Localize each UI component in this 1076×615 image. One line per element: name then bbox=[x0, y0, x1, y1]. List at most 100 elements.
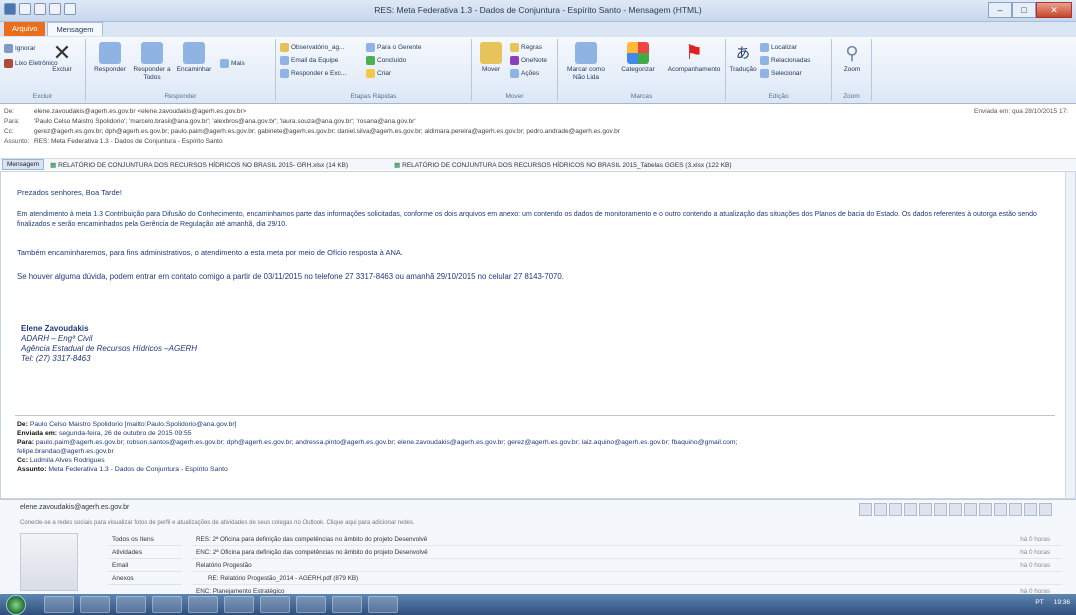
contact-thumbnail[interactable] bbox=[934, 503, 947, 516]
list-item[interactable]: RES: 2ª Oficina para definição das compe… bbox=[192, 533, 1062, 546]
list-item[interactable]: RE: Relatório Progestão_2014 - AGERH.pdf… bbox=[192, 572, 1062, 585]
tab-message[interactable]: Mensagem bbox=[47, 22, 103, 36]
body-paragraph-1: Em atendimento à meta 1.3 Contribuição p… bbox=[17, 211, 1037, 228]
social-connect-note[interactable]: Conecte-se a redes sociais para visualiz… bbox=[20, 520, 415, 526]
contact-thumbnail[interactable] bbox=[1009, 503, 1022, 516]
people-nav: Todos os Itens Atividades Email Anexos bbox=[108, 533, 182, 585]
body-paragraph-3: Se houver alguma dúvida, podem entrar em… bbox=[17, 272, 564, 281]
contact-thumbnail[interactable] bbox=[994, 503, 1007, 516]
translate-button[interactable]: あ Tradução bbox=[728, 42, 758, 74]
delete-icon: ✕ bbox=[52, 40, 72, 65]
maximize-button[interactable]: □ bbox=[1012, 2, 1036, 18]
team-email-icon bbox=[280, 56, 289, 65]
paint-icon[interactable] bbox=[368, 596, 398, 613]
zoom-group: ⚲ Zoom Zoom bbox=[832, 39, 872, 101]
find-icon bbox=[760, 43, 769, 52]
categorize-icon bbox=[627, 42, 649, 64]
related-button[interactable]: Relacionadas bbox=[760, 56, 810, 65]
outlook-icon[interactable] bbox=[188, 596, 218, 613]
contact-thumbnail[interactable] bbox=[889, 503, 902, 516]
to-row: Para: 'Paulo Celso Maistro Spolidorio'; '… bbox=[4, 118, 416, 125]
ie-icon[interactable] bbox=[44, 596, 74, 613]
explorer-icon[interactable] bbox=[80, 596, 110, 613]
ignore-button[interactable]: Ignorar bbox=[4, 44, 36, 53]
close-button[interactable]: ✕ bbox=[1036, 2, 1072, 18]
more-respond-button[interactable]: Mais bbox=[220, 59, 245, 68]
list-item[interactable]: Relatório Progestão há 0 horas bbox=[192, 559, 1062, 572]
minimize-button[interactable]: – bbox=[988, 2, 1012, 18]
divider bbox=[15, 415, 1055, 416]
word-icon[interactable] bbox=[296, 596, 326, 613]
onenote-button[interactable]: OneNote bbox=[510, 56, 547, 65]
quick-step-5[interactable]: Responder e Exc... bbox=[280, 69, 346, 78]
zoom-button[interactable]: ⚲ Zoom bbox=[836, 42, 868, 74]
rules-button[interactable]: Regras bbox=[510, 43, 542, 52]
start-button[interactable] bbox=[6, 595, 26, 615]
find-button[interactable]: Localizar bbox=[760, 43, 797, 52]
message-tab[interactable]: Mensagem bbox=[2, 159, 45, 170]
contact-thumbnail[interactable] bbox=[874, 503, 887, 516]
move-button[interactable]: Mover bbox=[476, 42, 506, 74]
contact-thumbnail[interactable] bbox=[904, 503, 917, 516]
pdf-icon[interactable] bbox=[332, 596, 362, 613]
contact-thumbnail[interactable] bbox=[964, 503, 977, 516]
fw-cc: Cc: Ludmila Alves Rodrigues bbox=[17, 457, 105, 464]
attachment-2[interactable]: ▦ RELATÓRIO DE CONJUNTURA DOS RECURSOS H… bbox=[394, 161, 731, 169]
fw-subject: Assunto: Meta Federativa 1.3 - Dados de … bbox=[17, 466, 228, 473]
contact-thumbnail[interactable] bbox=[919, 503, 932, 516]
attachment-bar: Mensagem ▦ RELATÓRIO DE CONJUNTURA DOS R… bbox=[0, 158, 1076, 170]
attachment-1[interactable]: ▦ RELATÓRIO DE CONJUNTURA DOS RECURSOS H… bbox=[50, 161, 348, 169]
chrome-icon[interactable] bbox=[152, 596, 182, 613]
contact-thumbnail[interactable] bbox=[979, 503, 992, 516]
nav-attachments[interactable]: Anexos bbox=[108, 572, 182, 585]
quick-step-3[interactable]: Email da Equipe bbox=[280, 56, 338, 65]
contact-thumbnails bbox=[859, 503, 1052, 516]
tab-file[interactable]: Arquivo bbox=[4, 22, 46, 36]
respond-group: Responder Responder a Todos Encaminhar M… bbox=[86, 39, 276, 101]
onenote-icon bbox=[510, 56, 519, 65]
body-paragraph-2: Também encaminharemos, para fins adminis… bbox=[17, 248, 404, 257]
nav-email[interactable]: Email bbox=[108, 559, 182, 572]
select-button[interactable]: Selecionar bbox=[760, 69, 802, 78]
reply-button[interactable]: Responder bbox=[90, 42, 130, 74]
forward-button[interactable]: Encaminhar bbox=[174, 42, 214, 74]
quick-step-1[interactable]: Observatório_ag... bbox=[280, 43, 344, 52]
quick-step-2[interactable]: Para o Gerente bbox=[366, 43, 421, 52]
clock[interactable]: 19:36 bbox=[1054, 599, 1070, 606]
people-pane: elene.zavoudakis@agerh.es.gov.br Conecte… bbox=[0, 499, 1076, 598]
fw-to-cont: felipe.brandao@agerh.es.gov.br bbox=[17, 448, 114, 455]
follow-up-button[interactable]: ⚑ Acompanhamento bbox=[666, 42, 722, 74]
folder-icon[interactable] bbox=[224, 596, 254, 613]
language-indicator[interactable]: PT bbox=[1035, 599, 1043, 606]
reply-all-button[interactable]: Responder a Todos bbox=[132, 42, 172, 82]
people-name[interactable]: elene.zavoudakis@agerh.es.gov.br bbox=[20, 504, 129, 511]
delete-button[interactable]: ✕ Excluir bbox=[44, 42, 80, 74]
message-body[interactable]: Prezados senhores, Boa Tarde! Em atendim… bbox=[0, 171, 1076, 499]
nav-all-items[interactable]: Todos os Itens bbox=[108, 533, 182, 546]
ignore-icon bbox=[4, 44, 13, 53]
nav-activities[interactable]: Atividades bbox=[108, 546, 182, 559]
related-icon bbox=[760, 56, 769, 65]
contact-thumbnail[interactable] bbox=[1039, 503, 1052, 516]
fw-to: Para: paulo.paim@agerh.es.gov.br; robson… bbox=[17, 439, 738, 446]
contact-thumbnail[interactable] bbox=[859, 503, 872, 516]
tags-group: Marcar como Não Lida Categorizar ⚑ Acompa… bbox=[558, 39, 726, 101]
body-scrollbar[interactable] bbox=[1065, 172, 1075, 498]
actions-button[interactable]: Ações bbox=[510, 69, 539, 78]
translate-icon: あ bbox=[736, 45, 750, 61]
app-icon[interactable] bbox=[260, 596, 290, 613]
manager-icon bbox=[366, 43, 375, 52]
quick-step-6[interactable]: Criar bbox=[366, 69, 391, 78]
quick-step-4[interactable]: Concluído bbox=[366, 56, 406, 65]
magnifier-icon: ⚲ bbox=[845, 43, 859, 63]
media-icon[interactable] bbox=[116, 596, 146, 613]
categorize-button[interactable]: Categorizar bbox=[614, 42, 662, 74]
list-item[interactable]: ENC: 2ª Oficina para definição das compe… bbox=[192, 546, 1062, 559]
signature-phone: Tel: (27) 3317-8463 bbox=[21, 354, 91, 363]
fw-sent: Enviada em: segunda-feira, 26 de outubro… bbox=[17, 430, 192, 437]
mark-unread-button[interactable]: Marcar como Não Lida bbox=[562, 42, 610, 82]
edit-group: あ Tradução Localizar Relacionadas Selecio… bbox=[726, 39, 832, 101]
contact-thumbnail[interactable] bbox=[1024, 503, 1037, 516]
subject-row: Assunto: RES: Meta Federativa 1.3 - Dados… bbox=[4, 138, 223, 145]
contact-thumbnail[interactable] bbox=[949, 503, 962, 516]
